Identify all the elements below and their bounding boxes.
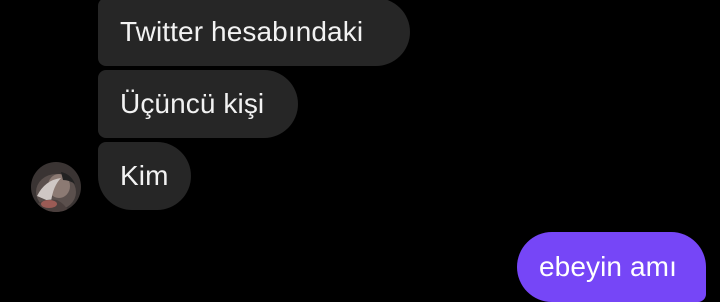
contact-avatar-photo-icon bbox=[31, 162, 81, 212]
message-text: ebeyin amı bbox=[539, 251, 677, 282]
avatar[interactable] bbox=[31, 162, 81, 212]
incoming-message[interactable]: Üçüncü kişi bbox=[98, 70, 298, 138]
outgoing-message[interactable]: ebeyin amı bbox=[517, 232, 706, 302]
message-text: Üçüncü kişi bbox=[120, 88, 265, 119]
incoming-message[interactable]: Twitter hesabındaki bbox=[98, 0, 410, 66]
message-text: Kim bbox=[120, 160, 169, 191]
message-text: Twitter hesabındaki bbox=[120, 16, 364, 47]
incoming-message[interactable]: Kim bbox=[98, 142, 191, 210]
